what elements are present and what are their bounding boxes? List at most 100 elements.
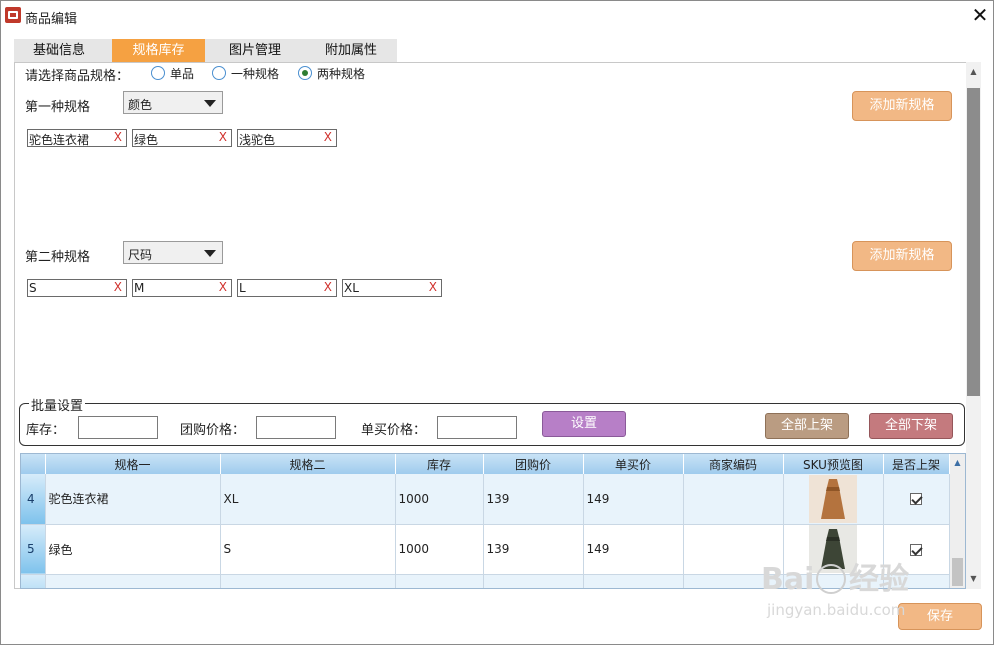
scrollbar-thumb[interactable]	[967, 88, 980, 396]
spec1-select-value: 颜色	[128, 98, 153, 112]
scroll-up-icon[interactable]: ▲	[950, 456, 965, 470]
radio-one-spec-label: 一种规格	[231, 67, 280, 81]
tab-bar: 基础信息 规格库存 图片管理 附加属性	[14, 39, 397, 62]
cell-sku-preview[interactable]	[783, 524, 884, 575]
spec1-value-chip[interactable]: 浅驼色 X	[237, 129, 337, 147]
delete-icon[interactable]: X	[429, 280, 437, 294]
svg-text:jingyan.baidu.com: jingyan.baidu.com	[766, 601, 905, 619]
col-header-sku-preview[interactable]: SKU预览图	[783, 454, 884, 474]
cell-spec1[interactable]: 驼色连衣裙	[45, 474, 221, 525]
spec2-value-chip[interactable]: L X	[237, 279, 337, 297]
chevron-down-icon	[204, 250, 216, 257]
delete-icon[interactable]: X	[219, 280, 227, 294]
batch-group-price-label: 团购价格：	[180, 423, 246, 438]
spec1-value-chip[interactable]: 驼色连衣裙 X	[27, 129, 127, 147]
cell-group-price[interactable]: 139	[483, 474, 584, 525]
batch-stock-label: 库存：	[26, 423, 66, 438]
col-header-listed[interactable]: 是否上架	[883, 454, 950, 474]
col-header-stock[interactable]: 库存	[395, 454, 484, 474]
product-edit-window: 商品编辑 ✕ 基础信息 规格库存 图片管理 附加属性 ▲ ▼ 请选择商品规格： …	[0, 0, 994, 645]
cell-listed[interactable]	[883, 524, 950, 575]
app-icon	[5, 7, 21, 23]
scroll-down-icon[interactable]: ▼	[966, 571, 981, 587]
chevron-down-icon	[204, 100, 216, 107]
spec-type-label: 请选择商品规格：	[25, 69, 130, 84]
batch-stock-input[interactable]	[78, 416, 158, 439]
save-button[interactable]: 保存	[898, 603, 982, 630]
chip-text: 驼色连衣裙	[29, 133, 90, 147]
cell-spec2[interactable]: S	[220, 524, 396, 575]
green-dress-thumbnail[interactable]	[809, 525, 857, 573]
delete-icon[interactable]: X	[114, 280, 122, 294]
spec2-value-chip[interactable]: XL X	[342, 279, 442, 297]
cell-spec1[interactable]: 绿色	[45, 524, 221, 575]
spec2-select-value: 尺码	[128, 248, 153, 262]
table-row[interactable]	[21, 574, 950, 588]
tab-extra-attributes[interactable]: 附加属性	[306, 39, 396, 62]
col-header-single-price[interactable]: 单买价	[583, 454, 684, 474]
col-header-merchant-code[interactable]: 商家编码	[683, 454, 784, 474]
chip-text: 绿色	[134, 133, 159, 147]
col-header-spec1[interactable]: 规格一	[45, 454, 221, 474]
tab-image-management[interactable]: 图片管理	[210, 39, 300, 62]
batch-set-button[interactable]: 设置	[542, 411, 626, 437]
close-icon[interactable]: ✕	[969, 4, 991, 26]
batch-group-price-input[interactable]	[256, 416, 336, 439]
delete-icon[interactable]: X	[114, 130, 122, 144]
spec2-value-chip[interactable]: S X	[27, 279, 127, 297]
camel-dress-thumbnail[interactable]	[809, 474, 857, 523]
panel-scrollbar[interactable]: ▲ ▼	[966, 62, 981, 589]
spec2-select[interactable]: 尺码	[123, 241, 223, 264]
tab-spec-stock[interactable]: 规格库存	[112, 39, 205, 62]
radio-single-item-label: 单品	[170, 67, 195, 81]
delete-icon[interactable]: X	[324, 130, 332, 144]
row-number: 5	[21, 524, 46, 575]
spec1-label: 第一种规格	[25, 100, 91, 115]
spec1-value-chip[interactable]: 绿色 X	[132, 129, 232, 147]
spec1-add-button[interactable]: 添加新规格	[852, 91, 952, 121]
grid-scrollbar-thumb[interactable]	[952, 558, 963, 586]
chip-text: S	[29, 281, 37, 295]
cell-stock[interactable]: 1000	[395, 474, 484, 525]
chip-text: L	[239, 281, 246, 295]
radio-two-specs-label: 两种规格	[317, 67, 366, 81]
col-header-spec2[interactable]: 规格二	[220, 454, 396, 474]
radio-two-specs[interactable]	[298, 66, 312, 80]
cell-merchant-code[interactable]	[683, 474, 784, 525]
table-row[interactable]: 5 绿色 S 1000 139 149	[21, 524, 950, 575]
chip-text: M	[134, 281, 145, 295]
listed-checkbox[interactable]	[910, 493, 922, 506]
cell-stock[interactable]: 1000	[395, 524, 484, 575]
sku-grid: 规格一 规格二 库存 团购价 单买价 商家编码 SKU预览图 是否上架 4 驼色…	[20, 453, 966, 589]
grid-header-row: 规格一 规格二 库存 团购价 单买价 商家编码 SKU预览图 是否上架	[21, 454, 950, 474]
cell-single-price[interactable]: 149	[583, 524, 684, 575]
cell-group-price[interactable]: 139	[483, 524, 584, 575]
batch-settings-title: 批量设置	[29, 395, 86, 414]
batch-single-price-label: 单买价格：	[361, 423, 427, 438]
radio-one-spec[interactable]	[212, 66, 226, 80]
scroll-up-icon[interactable]: ▲	[966, 64, 981, 80]
col-header-group-price[interactable]: 团购价	[483, 454, 584, 474]
grid-scrollbar[interactable]: ▲	[950, 454, 965, 588]
cell-single-price[interactable]: 149	[583, 474, 684, 525]
radio-single-item[interactable]	[151, 66, 165, 80]
all-on-shelf-button[interactable]: 全部上架	[765, 413, 849, 439]
table-row[interactable]: 4 驼色连衣裙 XL 1000 139 149	[21, 474, 950, 525]
titlebar: 商品编辑 ✕	[1, 1, 993, 31]
tab-basic-info[interactable]: 基础信息	[14, 39, 104, 62]
all-off-shelf-button[interactable]: 全部下架	[869, 413, 953, 439]
chip-text: 浅驼色	[239, 133, 276, 147]
spec1-select[interactable]: 颜色	[123, 91, 223, 114]
spec2-add-button[interactable]: 添加新规格	[852, 241, 952, 271]
spec2-value-chip[interactable]: M X	[132, 279, 232, 297]
row-number: 4	[21, 474, 46, 525]
batch-single-price-input[interactable]	[437, 416, 517, 439]
cell-listed[interactable]	[883, 474, 950, 525]
listed-checkbox[interactable]	[910, 543, 922, 556]
cell-spec2[interactable]: XL	[220, 474, 396, 525]
cell-sku-preview[interactable]	[783, 474, 884, 525]
cell-merchant-code[interactable]	[683, 524, 784, 575]
delete-icon[interactable]: X	[324, 280, 332, 294]
grid-corner	[21, 454, 46, 474]
delete-icon[interactable]: X	[219, 130, 227, 144]
